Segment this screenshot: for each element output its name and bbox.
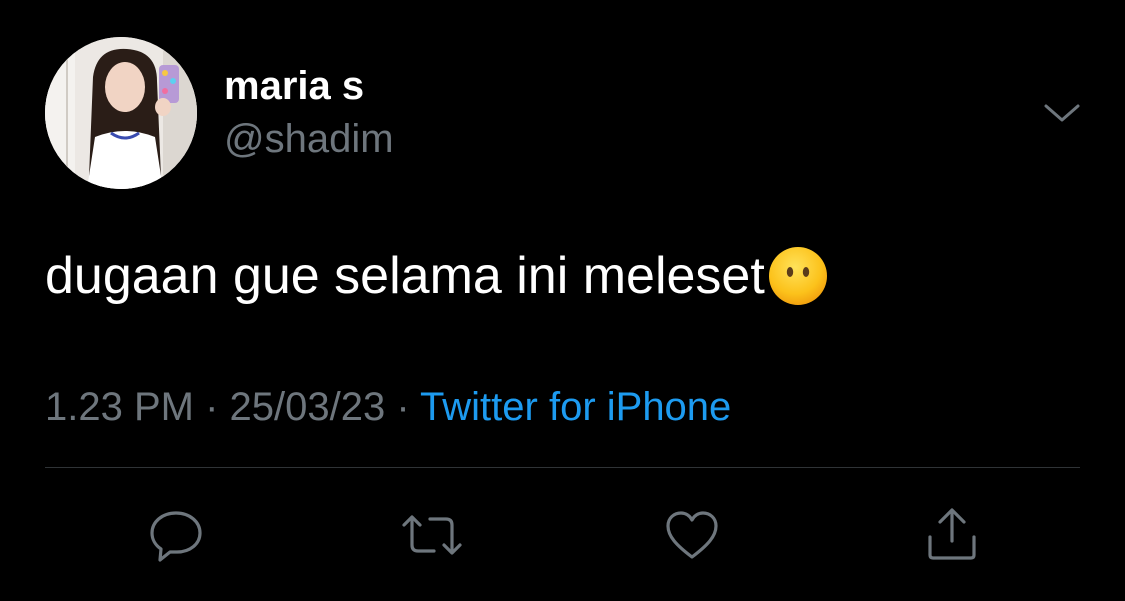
face-without-mouth-emoji-icon — [767, 245, 829, 307]
tweet-card: maria s @shadim dugaan gue selama ini me… — [0, 0, 1125, 601]
tweet-text: dugaan gue selama ini meleset — [45, 244, 829, 308]
profile-photo — [45, 37, 197, 189]
tweet-date: 25/03/23 — [229, 385, 386, 429]
user-handle[interactable]: @shadim — [224, 115, 394, 163]
chevron-down-icon[interactable] — [1040, 96, 1084, 132]
reply-icon[interactable] — [146, 505, 206, 565]
meta-separator: · — [193, 385, 230, 429]
share-icon[interactable] — [922, 505, 982, 565]
tweet-body: dugaan gue selama ini meleset — [45, 247, 765, 305]
tweet-meta: 1.23 PM · 25/03/23 · Twitter for iPhone — [45, 382, 731, 432]
tweet-time: 1.23 PM — [45, 385, 194, 429]
like-icon[interactable] — [662, 505, 722, 565]
avatar[interactable] — [45, 37, 197, 189]
meta-separator: · — [385, 385, 421, 429]
divider — [45, 467, 1080, 468]
retweet-icon[interactable] — [402, 505, 462, 565]
display-name[interactable]: maria s — [224, 62, 364, 110]
tweet-source-link[interactable]: Twitter for iPhone — [420, 385, 731, 429]
